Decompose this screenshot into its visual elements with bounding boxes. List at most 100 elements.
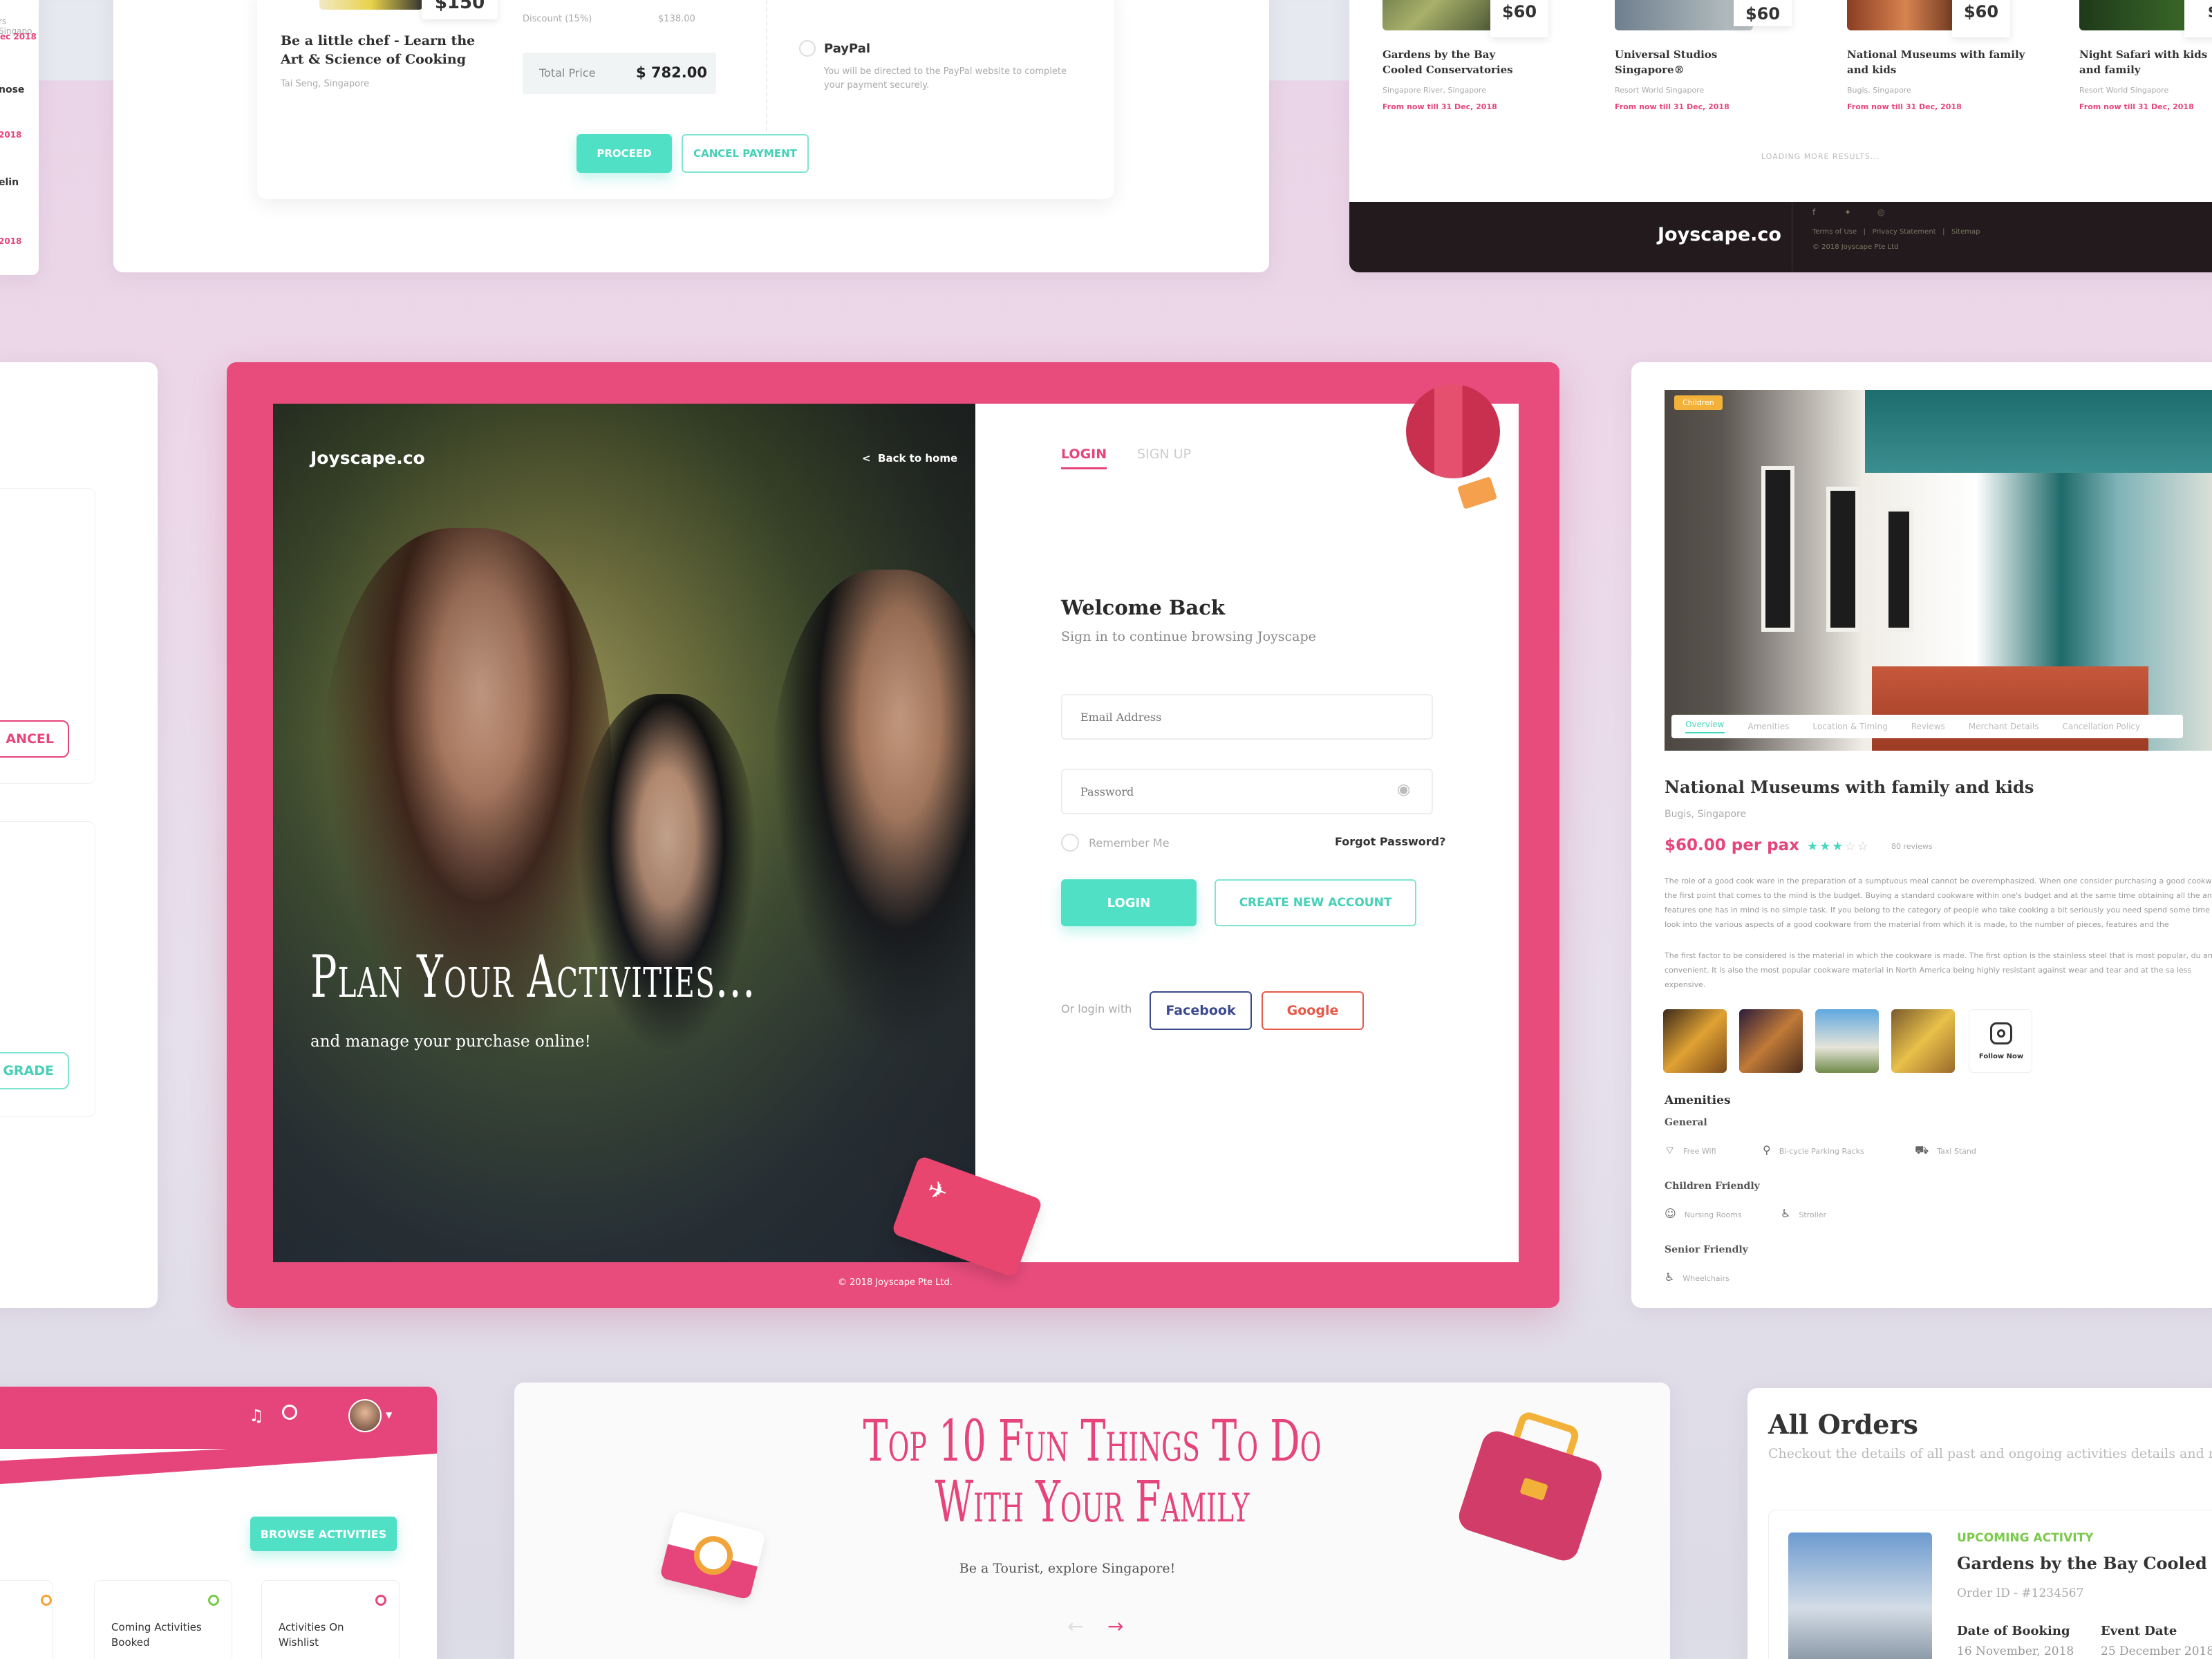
detail-tabs: Overview Amenities Location & Timing Rev… (1671, 715, 2183, 738)
create-account-button[interactable]: CREATE NEW ACCOUNT (1215, 879, 1416, 926)
left-strip-top: rs Singapo Dec 2018 nose 2018 elin 2018 (0, 0, 39, 275)
listing-offer: From now till 31 Dec, 2018 (2079, 102, 2194, 111)
stroller-icon: ♿ (1781, 1207, 1791, 1220)
amenity-nursing-rooms: ☺ Nursing Rooms (1665, 1207, 1742, 1220)
order-photo (1788, 1533, 1932, 1659)
upgrade-text: GRADE (3, 1063, 54, 1078)
event-date-label: Event Date (2101, 1624, 2177, 1638)
or-login-label: Or login with (1061, 1002, 1132, 1015)
amenity-free-wifi: ⌔ Free Wifi (1665, 1143, 1716, 1157)
amenity-taxi-stand: ⛟ Taxi Stand (1915, 1143, 1976, 1158)
tab-login[interactable]: LOGIN (1061, 447, 1107, 469)
gallery-thumb-4[interactable] (1891, 1009, 1955, 1073)
gallery-thumb-2[interactable] (1739, 1009, 1803, 1073)
order-item[interactable]: UPCOMING ACTIVITY Gardens by the Bay Coo… (1768, 1510, 2212, 1659)
listing-item-1[interactable]: $60 Gardens by the Bay Cooled Conservato… (1382, 0, 1590, 124)
forgot-password-link[interactable]: Forgot Password? (1335, 835, 1445, 848)
general-heading: General (1665, 1117, 1707, 1128)
activity-title: Be a little chef - Learn the Art & Scien… (281, 33, 476, 67)
detail-hero-photo (1665, 390, 2212, 751)
detail-price: $60.00 per pax (1665, 836, 1799, 854)
dashboard-card: ♫ ▼ BROWSE ACTIVITIES ies Coming Activit… (0, 1387, 437, 1659)
listing-price-tag: $ (2184, 0, 2212, 37)
google-login-button[interactable]: Google (1262, 991, 1364, 1030)
tab-cancellation-policy[interactable]: Cancellation Policy (2062, 722, 2140, 731)
balloon-body (1406, 384, 1500, 478)
gallery-thumb-3[interactable] (1815, 1009, 1879, 1073)
rating-stars: ★★★☆☆ (1807, 839, 1870, 854)
tab-amenities[interactable]: Amenities (1748, 722, 1790, 731)
wheelchair-icon: ♿ (1665, 1271, 1675, 1284)
password-field[interactable] (1061, 769, 1433, 814)
listing-item-3[interactable]: $60 National Museums with family and kid… (1847, 0, 2054, 124)
listing-offer: From now till 31 Dec, 2018 (1847, 102, 1962, 111)
strip-text-6: 2018 (0, 236, 22, 246)
chevron-down-icon[interactable]: ▼ (386, 1410, 392, 1420)
browse-activities-button[interactable]: BROWSE ACTIVITIES (250, 1517, 397, 1551)
remember-label: Remember Me (1089, 836, 1170, 850)
status-dot-green (208, 1595, 219, 1606)
amenity-label: Taxi Stand (1937, 1147, 1976, 1156)
tab-reviews[interactable]: Reviews (1911, 722, 1945, 731)
hero-overlay (273, 404, 975, 1262)
notification-bell-icon[interactable]: ♫ (249, 1406, 264, 1425)
paypal-radio[interactable] (799, 40, 816, 57)
search-icon[interactable] (282, 1405, 297, 1420)
stat-card-1[interactable]: ies (0, 1580, 53, 1659)
hero-title: Plan Your Activities... (310, 943, 756, 1011)
arrow-left-icon[interactable]: ← (1067, 1615, 1083, 1638)
email-field[interactable] (1061, 694, 1433, 740)
tab-merchant-details[interactable]: Merchant Details (1969, 722, 2039, 731)
back-to-home-link[interactable]: < Back to home (862, 452, 957, 465)
eye-icon[interactable]: ◉ (1397, 781, 1410, 798)
facebook-login-button[interactable]: Facebook (1150, 991, 1252, 1030)
twitter-icon[interactable]: ✦ (1844, 207, 1851, 217)
tab-signup[interactable]: SIGN UP (1137, 447, 1191, 462)
listing-photo (1382, 0, 1507, 30)
tab-overview[interactable]: Overview (1685, 720, 1725, 733)
star-icon: ★ (1832, 839, 1845, 854)
footer: Joyscape.co f ✦ ◎ Terms of Use | Privacy… (1349, 202, 2212, 272)
amenity-label: Stroller (1799, 1210, 1827, 1219)
footer-links[interactable]: Terms of Use | Privacy Statement | Sitem… (1812, 228, 1980, 236)
listing-title: National Museums with family and kids (1847, 48, 2025, 76)
upgrade-button[interactable]: GRADE (0, 1052, 69, 1089)
proceed-button[interactable]: PROCEED (577, 134, 672, 173)
login-button[interactable]: LOGIN (1061, 879, 1197, 926)
stat-card-2[interactable]: Coming Activities Booked (94, 1580, 232, 1659)
amenity-label: Nursing Rooms (1684, 1210, 1742, 1219)
gallery-thumb-1[interactable] (1663, 1009, 1727, 1073)
booking-date-label: Date of Booking (1957, 1624, 2070, 1638)
discount-value: $138.00 (658, 14, 695, 24)
stat-label: Coming Activities Booked (111, 1621, 202, 1649)
listing-item-4[interactable]: $ Night Safari with kids and family Reso… (2079, 0, 2212, 124)
status-dot-pink (375, 1595, 386, 1606)
activity-thumbnail (319, 0, 423, 10)
follow-now-button[interactable]: Follow Now (1969, 1009, 2032, 1073)
cancel-button[interactable]: ANCEL (0, 720, 69, 758)
price-text: $60 (1501, 2, 1537, 21)
instagram-icon[interactable]: ◎ (1877, 207, 1884, 217)
strip-text-5: elin (0, 177, 19, 188)
price-text: $60 (1963, 2, 1999, 21)
star-empty-icon: ☆ (1844, 839, 1857, 854)
listing-item-2[interactable]: $60 Universal Studios Singapore® Resort … (1615, 0, 1822, 124)
facebook-icon[interactable]: f (1812, 207, 1815, 217)
paypal-description: You will be directed to the PayPal websi… (824, 66, 1067, 91)
price-tag-text: $150 (434, 0, 485, 13)
orders-card: All Orders Checkout the details of all p… (1747, 1388, 2212, 1659)
airplane-icon: ✈ (924, 1174, 952, 1208)
listing-photo (2079, 0, 2197, 30)
welcome-title: Welcome Back (1061, 596, 1225, 619)
listing-offer: From now till 31 Dec, 2018 (1615, 102, 1730, 111)
price-text: $60 (1745, 4, 1781, 24)
avatar[interactable] (348, 1399, 382, 1432)
stat-card-3[interactable]: Activities On Wishlist (261, 1580, 400, 1659)
order-name: Gardens by the Bay Cooled Cons (1957, 1553, 2212, 1573)
tab-location-timing[interactable]: Location & Timing (1812, 722, 1887, 731)
description-1: The role of a good cook ware in the prep… (1665, 877, 2212, 929)
cancel-payment-button[interactable]: CANCEL PAYMENT (682, 134, 809, 173)
remember-checkbox[interactable] (1061, 834, 1079, 852)
arrow-right-icon[interactable]: → (1107, 1615, 1123, 1638)
strip-text-2: Dec 2018 (0, 32, 37, 41)
